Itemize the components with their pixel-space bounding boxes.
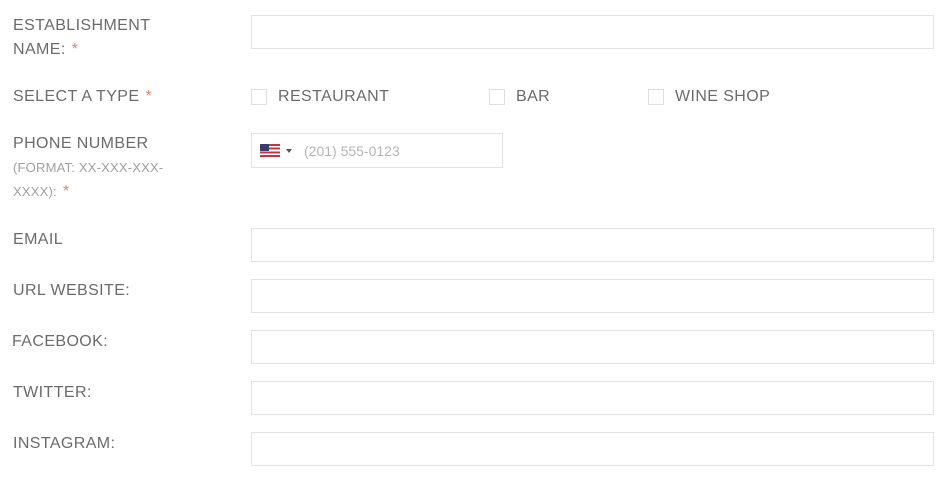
phone-input-group bbox=[251, 133, 503, 168]
type-option-restaurant[interactable]: RESTAURANT bbox=[251, 86, 389, 108]
phone-number-input[interactable] bbox=[304, 142, 484, 159]
website-input[interactable] bbox=[251, 279, 934, 313]
establishment-name-label-line1: ESTABLISHMENT bbox=[13, 17, 151, 34]
facebook-input[interactable] bbox=[251, 330, 934, 364]
required-asterisk: * bbox=[71, 41, 79, 58]
type-option-bar[interactable]: BAR bbox=[489, 86, 550, 108]
required-asterisk: * bbox=[62, 183, 70, 200]
wine-shop-option-label[interactable]: WINE SHOP bbox=[675, 88, 770, 106]
select-type-label-text: SELECT A TYPE bbox=[13, 88, 140, 105]
us-flag-icon[interactable] bbox=[260, 144, 280, 157]
caret-down-icon[interactable] bbox=[286, 148, 292, 153]
wine-shop-checkbox[interactable] bbox=[648, 89, 664, 105]
phone-number-label-text: PHONE NUMBER bbox=[13, 135, 149, 152]
twitter-input[interactable] bbox=[251, 381, 934, 415]
bar-option-label[interactable]: BAR bbox=[516, 88, 550, 106]
restaurant-option-label[interactable]: RESTAURANT bbox=[278, 88, 389, 106]
type-option-wine-shop[interactable]: WINE SHOP bbox=[648, 86, 770, 108]
establishment-name-input[interactable] bbox=[251, 15, 934, 49]
country-code-dropdown[interactable] bbox=[252, 134, 292, 167]
instagram-input[interactable] bbox=[251, 432, 934, 466]
email-input[interactable] bbox=[251, 228, 934, 262]
restaurant-checkbox[interactable] bbox=[251, 89, 267, 105]
phone-format-hint-line1: (FORMAT: XX-XXX-XXX- bbox=[13, 160, 164, 175]
email-label: EMAIL bbox=[13, 231, 64, 248]
bar-checkbox[interactable] bbox=[489, 89, 505, 105]
twitter-label: TWITTER: bbox=[13, 384, 92, 401]
establishment-name-label-line2: NAME: bbox=[13, 41, 66, 58]
facebook-label: FACEBOOK: bbox=[12, 333, 109, 350]
website-label: URL WEBSITE: bbox=[13, 282, 131, 299]
phone-format-hint-line2: XXXX): bbox=[13, 184, 57, 199]
required-asterisk: * bbox=[145, 88, 153, 105]
instagram-label: INSTAGRAM: bbox=[13, 435, 116, 452]
select-type-label: SELECT A TYPE * bbox=[13, 85, 152, 109]
establishment-name-label: ESTABLISHMENT NAME: * bbox=[13, 14, 150, 62]
phone-number-label: PHONE NUMBER (FORMAT: XX-XXX-XXX- XXXX):… bbox=[13, 132, 163, 204]
